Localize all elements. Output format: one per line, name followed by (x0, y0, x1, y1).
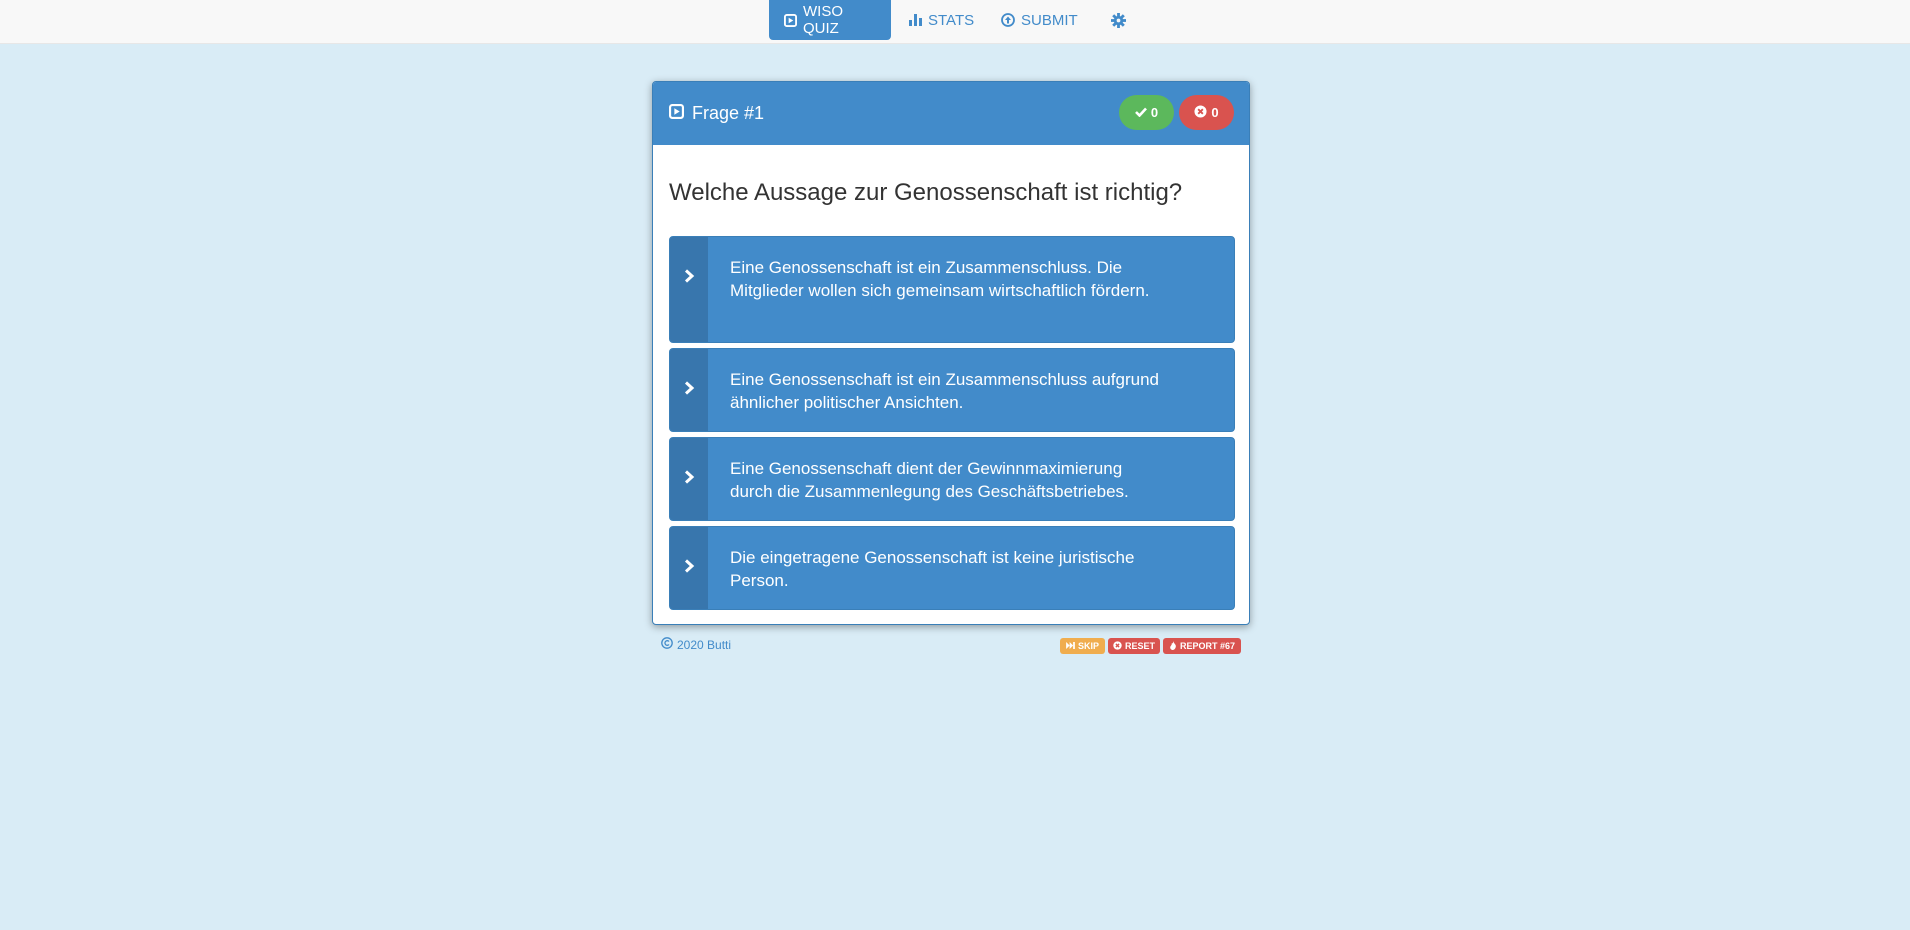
copyright: 2020 Butti (661, 637, 731, 652)
upload-circle-icon (1001, 13, 1015, 27)
answer-side (670, 349, 708, 431)
answer-text: Eine Genossenschaft ist ein Zusammenschl… (730, 370, 1160, 412)
times-circle-icon (1113, 640, 1122, 652)
top-navbar: WISO QUIZ STATS SUBMIT (0, 0, 1910, 44)
answer-option-1[interactable]: Eine Genossenschaft ist ein Zusammenschl… (669, 236, 1235, 343)
skip-label: SKIP (1077, 641, 1099, 651)
wrong-count: 0 (1211, 105, 1219, 120)
quiz-card: Frage #1 0 0 Welche Aussage zur Genossen… (652, 81, 1250, 625)
correct-count-badge: 0 (1119, 95, 1174, 130)
fast-forward-icon (1066, 641, 1075, 651)
answer-side (670, 237, 708, 342)
times-circle-icon (1194, 104, 1207, 121)
copyright-text: 2020 Butti (677, 637, 732, 652)
question-text: Welche Aussage zur Genossenschaft ist ri… (669, 179, 1183, 206)
nav-label: STATS (928, 11, 975, 29)
chevron-right-icon (684, 438, 695, 489)
nav-submit[interactable]: SUBMIT (986, 0, 1093, 40)
answer-side (670, 527, 708, 609)
gear-icon (1111, 12, 1126, 28)
answer-text: Eine Genossenschaft ist ein Zusammenschl… (730, 258, 1150, 300)
answer-text: Eine Genossenschaft dient der Gewinnmaxi… (730, 459, 1129, 501)
nav-label: WISO QUIZ (803, 3, 843, 37)
correct-count: 0 (1150, 105, 1159, 120)
answer-option-3[interactable]: Eine Genossenschaft dient der Gewinnmaxi… (669, 437, 1235, 521)
nav-label: SUBMIT (1021, 11, 1078, 29)
bar-chart-icon (909, 14, 922, 26)
copyright-icon (661, 637, 673, 652)
chevron-right-icon (684, 349, 695, 400)
nav-settings[interactable] (1096, 0, 1141, 40)
answer-text: Die eingetragene Genossenschaft ist kein… (730, 548, 1135, 590)
answer-side (670, 438, 708, 520)
play-square-icon (784, 13, 797, 27)
play-square-icon (669, 103, 684, 124)
report-button[interactable]: REPORT #67 (1163, 638, 1241, 654)
answer-option-2[interactable]: Eine Genossenschaft ist ein Zusammenschl… (669, 348, 1235, 432)
reset-label: RESET (1124, 641, 1155, 651)
fire-icon (1169, 640, 1177, 652)
report-label: REPORT #67 (1179, 641, 1236, 651)
question-number: Frage #1 (692, 103, 765, 123)
nav-stats[interactable]: STATS (894, 0, 989, 40)
chevron-right-icon (684, 237, 695, 288)
check-icon (1134, 105, 1147, 120)
nav-wiso-quiz[interactable]: WISO QUIZ (769, 0, 891, 40)
answer-option-4[interactable]: Die eingetragene Genossenschaft ist kein… (669, 526, 1235, 610)
question-title: Frage #1 (669, 103, 764, 124)
reset-button[interactable]: RESET (1108, 638, 1160, 654)
card-header: Frage #1 0 0 (653, 82, 1249, 145)
skip-button[interactable]: SKIP (1060, 638, 1105, 654)
chevron-right-icon (684, 527, 695, 578)
wrong-count-badge: 0 (1179, 95, 1234, 130)
